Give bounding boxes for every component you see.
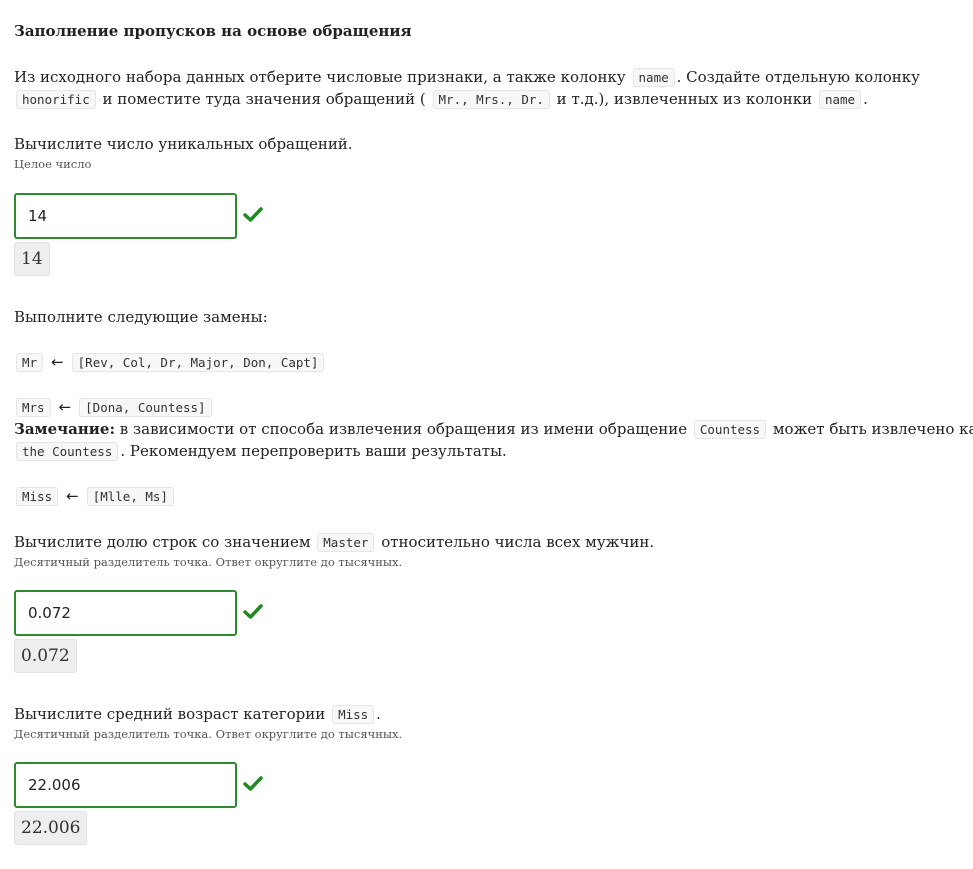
answer-input-1[interactable]: 14 (14, 193, 237, 239)
replacement-miss: Miss ← [Mlle, Ms] (14, 485, 176, 508)
check-icon (243, 604, 263, 619)
check-icon (243, 207, 263, 222)
result-badge-3: 22.006 (14, 811, 88, 845)
hint-2: Десятичный разделитель точка. Ответ окру… (14, 555, 403, 569)
hint-1: Целое число (14, 157, 92, 171)
code-examples: Mr., Mrs., Dr. (432, 90, 550, 109)
hint-3: Десятичный разделитель точка. Ответ окру… (14, 727, 403, 741)
answer-input-3[interactable]: 22.006 (14, 762, 237, 808)
code-miss: Miss (332, 705, 375, 724)
note-label: Замечание: (14, 420, 115, 438)
question-3: Вычислите средний возраст категории Miss… (14, 705, 381, 724)
page-title: Заполнение пропусков на основе обращения (14, 22, 412, 40)
note-line-2: the Countess. Рекомендуем перепроверить … (14, 440, 507, 463)
replacement-mrs: Mrs ← [Dona, Countess] (14, 396, 214, 419)
result-badge-2: 0.072 (14, 639, 77, 673)
answer-input-2[interactable]: 0.072 (14, 590, 237, 636)
question-1: Вычислите число уникальных обращений. (14, 135, 353, 153)
code-countess: Countess (693, 420, 767, 439)
code-name: name (632, 68, 675, 87)
code-name-2: name (818, 90, 862, 109)
arrow-icon: ← (51, 353, 64, 371)
code-honorific: honorific (16, 90, 96, 109)
replacements-intro: Выполните следующие замены: (14, 308, 268, 326)
code-the-countess: the Countess (16, 442, 119, 461)
check-icon (243, 776, 263, 791)
code-master: Master (317, 533, 375, 552)
arrow-icon: ← (66, 487, 79, 505)
question-2: Вычислите долю строк со значением Master… (14, 533, 655, 552)
arrow-icon: ← (58, 398, 72, 416)
intro-line-1: Из исходного набора данных отберите числ… (14, 68, 920, 87)
note-line-1: Замечание: в зависимости от способа извл… (14, 420, 973, 439)
replacement-mr: Mr ← [Rev, Col, Dr, Major, Don, Capt] (14, 351, 326, 374)
intro-line-2: honorific и поместите туда значения обра… (14, 88, 868, 111)
result-badge-1: 14 (14, 242, 50, 276)
